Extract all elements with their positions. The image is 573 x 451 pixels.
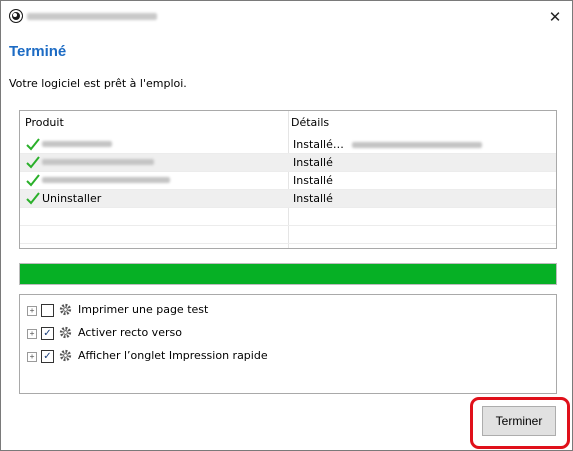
options-tree[interactable]: + Imprimer une page test + ✓ Activer rec… [19, 294, 557, 394]
option-item[interactable]: + Imprimer une page test [20, 302, 556, 320]
empty-row [20, 226, 556, 244]
option-checkbox[interactable]: ✓ [41, 327, 54, 340]
row-status: Installé [293, 174, 333, 187]
product-list[interactable]: Produit Détails Installé… Installé Insta… [19, 110, 557, 249]
title-bar: ✕ [1, 1, 572, 31]
table-row[interactable]: Installé [20, 172, 556, 190]
option-checkbox[interactable]: ✓ [41, 350, 54, 363]
option-label: Imprimer une page test [78, 303, 209, 316]
progress-fill [20, 264, 556, 284]
option-checkbox[interactable] [41, 304, 54, 317]
row-status: Installé [293, 192, 333, 205]
product-name-redacted [42, 159, 154, 165]
expand-icon[interactable]: + [27, 306, 37, 316]
option-item[interactable]: + ✓ Activer recto verso [20, 325, 556, 343]
close-button[interactable]: ✕ [544, 8, 566, 26]
row-status: Installé [293, 156, 333, 169]
product-list-header: Produit Détails [20, 111, 556, 129]
window-title-redacted [27, 13, 157, 20]
column-header-product[interactable]: Produit [25, 116, 64, 129]
page-title: Terminé [9, 43, 67, 60]
check-icon [26, 174, 40, 187]
table-row[interactable]: Installé [20, 154, 556, 172]
gear-icon [59, 326, 72, 339]
expand-icon[interactable]: + [27, 329, 37, 339]
product-name-redacted [42, 177, 170, 183]
option-label: Afficher l’onglet Impression rapide [78, 349, 268, 362]
details-redacted [352, 142, 482, 148]
page-subtitle: Votre logiciel est prêt à l'emploi. [9, 77, 187, 90]
check-icon [26, 138, 40, 151]
check-icon [26, 192, 40, 205]
option-item[interactable]: + ✓ Afficher l’onglet Impression rapide [20, 348, 556, 366]
column-header-details[interactable]: Détails [291, 116, 329, 129]
gear-icon [59, 349, 72, 362]
expand-icon[interactable]: + [27, 352, 37, 362]
row-product: Uninstaller [42, 192, 102, 205]
row-status: Installé… [293, 138, 344, 151]
empty-row [20, 208, 556, 226]
progress-bar [19, 263, 557, 285]
installer-window: ✕ Terminé Votre logiciel est prêt à l'em… [0, 0, 573, 451]
option-label: Activer recto verso [78, 326, 182, 339]
app-logo-icon [9, 9, 23, 23]
gear-icon [59, 303, 72, 316]
table-row[interactable]: Installé… [20, 136, 556, 154]
check-icon [26, 156, 40, 169]
product-name-redacted [42, 141, 112, 147]
finish-button[interactable]: Terminer [482, 406, 556, 436]
table-row[interactable]: Uninstaller Installé [20, 190, 556, 208]
